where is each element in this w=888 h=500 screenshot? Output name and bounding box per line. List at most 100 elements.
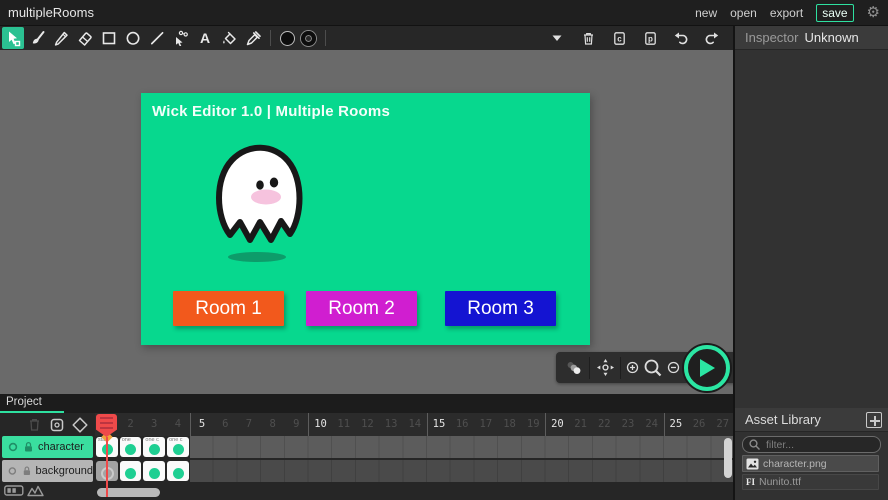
frame-number[interactable]: 4: [166, 413, 190, 436]
room-1-button[interactable]: Room 1: [173, 291, 284, 326]
frame-number[interactable]: 5: [189, 413, 214, 436]
undo-button[interactable]: [670, 27, 692, 49]
paste-button[interactable]: p: [639, 27, 661, 49]
export-button[interactable]: export: [770, 6, 803, 20]
asset-filter-box[interactable]: [742, 436, 881, 453]
layer-visibility-icon[interactable]: [7, 441, 19, 453]
layer-character[interactable]: character: [2, 436, 93, 458]
settings-gear-icon[interactable]: ⚙: [867, 5, 880, 20]
fill-bucket-tool-button[interactable]: [218, 27, 240, 49]
rectangle-tool-button[interactable]: [98, 27, 120, 49]
tab-project[interactable]: Project: [6, 396, 42, 408]
asset-item-character-png[interactable]: character.png: [742, 455, 879, 472]
fill-color-swatch[interactable]: [280, 30, 295, 46]
zoom-tool-button[interactable]: [641, 356, 665, 380]
delete-button[interactable]: [577, 27, 599, 49]
frame-number[interactable]: 12: [356, 413, 380, 436]
frame-number[interactable]: 27: [711, 413, 733, 436]
empty-frames[interactable]: [189, 460, 733, 482]
save-button[interactable]: save: [816, 3, 854, 22]
keyframe-character-3[interactable]: one c: [143, 437, 166, 457]
text-tool-button[interactable]: A: [194, 27, 216, 49]
room-2-button[interactable]: Room 2: [306, 291, 417, 326]
topbar-actions: new open export save ⚙: [695, 3, 880, 22]
keyframe-dot: [172, 468, 184, 479]
frame-label: one c: [145, 437, 159, 443]
frame-number[interactable]: 26: [687, 413, 711, 436]
open-button[interactable]: open: [730, 6, 757, 20]
redo-button[interactable]: [701, 27, 723, 49]
frame-number[interactable]: 24: [640, 413, 664, 436]
keyframe-background-3[interactable]: [143, 461, 166, 481]
pencil-tool-button[interactable]: [50, 27, 72, 49]
pan-button[interactable]: [593, 356, 617, 380]
frame-number[interactable]: 25: [663, 413, 688, 436]
play-button[interactable]: [684, 345, 730, 391]
ghost-character[interactable]: [204, 137, 312, 263]
layer-visibility-icon[interactable]: [7, 465, 18, 477]
frame-number[interactable]: 21: [569, 413, 593, 436]
frame-number[interactable]: 10: [308, 413, 332, 436]
ellipse-tool-button[interactable]: [122, 27, 144, 49]
zoom-levels-icon[interactable]: [27, 484, 44, 497]
asset-item-nunito-ttf[interactable]: FI Nunito.ttf: [742, 474, 879, 490]
asset-library-header: Asset Library: [735, 408, 888, 432]
layer-name: character: [38, 441, 84, 453]
keyframe-character-4[interactable]: one c: [167, 437, 189, 457]
delete-frame-button[interactable]: [26, 417, 42, 433]
stroke-color-swatch[interactable]: [301, 30, 316, 46]
frame-number[interactable]: 23: [616, 413, 640, 436]
layer-lock-icon[interactable]: [23, 441, 34, 453]
keyframe-character-2[interactable]: one: [119, 437, 142, 457]
more-options-dropdown[interactable]: [546, 27, 568, 49]
onion-skin-button[interactable]: [562, 356, 586, 380]
brush-tool-button[interactable]: [26, 27, 48, 49]
onion-skin-range-icon[interactable]: [4, 485, 24, 496]
onion-skin-box-button[interactable]: [48, 416, 65, 433]
frame-number[interactable]: 8: [261, 413, 285, 436]
eraser-icon: [78, 32, 92, 46]
keyframe-background-4[interactable]: [167, 461, 189, 481]
frame-number[interactable]: 16: [450, 413, 474, 436]
cursor-tool-button[interactable]: [2, 27, 24, 49]
zoom-in-button[interactable]: [624, 356, 641, 380]
layer-lock-icon[interactable]: [22, 465, 32, 477]
frame-number[interactable]: 18: [498, 413, 522, 436]
frame-number[interactable]: 7: [237, 413, 261, 436]
frame-number[interactable]: 2: [119, 413, 143, 436]
frame-number[interactable]: 9: [285, 413, 309, 436]
layer-background[interactable]: background: [2, 460, 93, 482]
keyframe-background-2[interactable]: [119, 461, 142, 481]
eraser-tool-button[interactable]: [74, 27, 96, 49]
frame-number[interactable]: 11: [332, 413, 356, 436]
frame-number[interactable]: 22: [592, 413, 616, 436]
add-asset-button[interactable]: [866, 411, 882, 428]
frame-number[interactable]: 19: [521, 413, 545, 436]
frame-strip-background[interactable]: [95, 460, 733, 482]
room-3-button[interactable]: Room 3: [445, 291, 556, 326]
frame-number[interactable]: 6: [213, 413, 237, 436]
path-cursor-tool-button[interactable]: [170, 27, 192, 49]
frame-number[interactable]: 3: [142, 413, 166, 436]
line-tool-button[interactable]: [146, 27, 168, 49]
new-button[interactable]: new: [695, 6, 717, 20]
frame-strip-character[interactable]: startoneone cone c: [95, 436, 733, 458]
asset-filter-input[interactable]: [764, 437, 868, 452]
inspector-selection: Unknown: [804, 30, 859, 45]
timeline-vertical-scrollbar[interactable]: [724, 438, 732, 478]
frame-number[interactable]: 20: [545, 413, 569, 436]
frame-number[interactable]: 14: [403, 413, 427, 436]
controls-divider: [620, 356, 621, 379]
frame-number[interactable]: 15: [426, 413, 451, 436]
stage[interactable]: Wick Editor 1.0 | Multiple Rooms Room 1 …: [141, 93, 590, 345]
frame-number[interactable]: 17: [474, 413, 498, 436]
add-keyframe-button[interactable]: [71, 416, 89, 434]
frame-number-row[interactable]: 1234567891011121314151617181920212223242…: [95, 413, 733, 436]
empty-frames[interactable]: [189, 436, 733, 458]
copy-button[interactable]: c: [608, 27, 630, 49]
canvas-area[interactable]: Wick Editor 1.0 | Multiple Rooms Room 1 …: [0, 50, 733, 394]
eyedropper-tool-button[interactable]: [242, 27, 264, 49]
zoom-out-button[interactable]: [665, 356, 682, 380]
frame-number[interactable]: 13: [379, 413, 403, 436]
ellipse-icon: [126, 31, 140, 45]
